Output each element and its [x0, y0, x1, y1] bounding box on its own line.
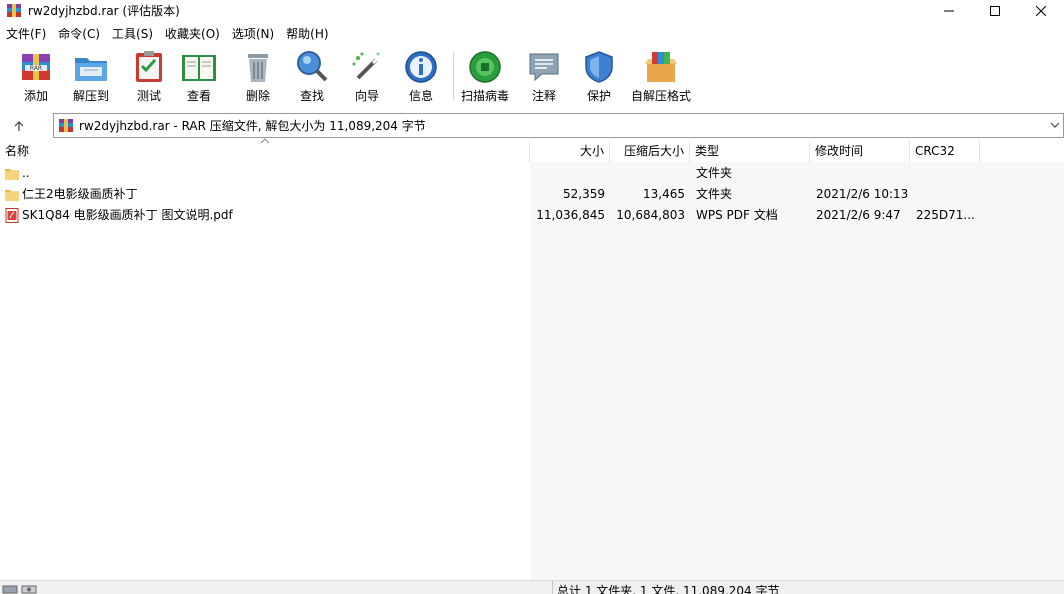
- virus-scan-button[interactable]: 扫描病毒: [461, 48, 509, 106]
- test-icon: [136, 51, 162, 82]
- table-row[interactable]: 仁王2电影级画质补丁 52,359 13,465 文件夹 2021/2/6 10…: [0, 184, 1064, 205]
- table-row[interactable]: .. 文件夹: [0, 163, 1064, 184]
- menu-help[interactable]: 帮助(H): [280, 24, 334, 44]
- test-button[interactable]: 测试: [130, 48, 168, 106]
- minimize-icon: [944, 10, 954, 12]
- row-modified: 2021/2/6 9:47: [816, 208, 901, 222]
- view-label: 查看: [186, 89, 211, 103]
- menu-commands[interactable]: 命令(C): [52, 24, 106, 44]
- extract-to-label: 解压到: [72, 89, 109, 103]
- col-modified[interactable]: 修改时间: [810, 140, 910, 162]
- menu-tools[interactable]: 工具(S): [106, 24, 159, 44]
- col-type[interactable]: 类型: [690, 140, 810, 162]
- row-crc: 225D71...: [916, 208, 975, 222]
- extract-to-button[interactable]: 解压到: [72, 48, 110, 106]
- extract-to-icon: [75, 58, 107, 81]
- row-type: WPS PDF 文档: [696, 208, 778, 222]
- address-bar[interactable]: rw2dyjhzbd.rar - RAR 压缩文件, 解包大小为 11,089,…: [53, 113, 1064, 138]
- file-list: 名称 大小 压缩后大小 类型 修改时间 CRC32 .. 文件夹 仁王2电影级画…: [0, 138, 1064, 580]
- protect-button[interactable]: 保护: [580, 48, 618, 106]
- close-button[interactable]: [1018, 0, 1064, 22]
- drive-icon: [2, 585, 37, 594]
- row-name: SK1Q84 电影级画质补丁 图文说明.pdf: [22, 208, 233, 222]
- find-icon: [297, 51, 328, 82]
- info-label: 信息: [408, 89, 433, 103]
- virus-scan-label: 扫描病毒: [461, 89, 510, 103]
- close-icon: [1036, 6, 1046, 16]
- row-size: 11,036,845: [536, 208, 605, 222]
- protect-icon: [585, 51, 613, 83]
- folder-icon: [5, 190, 19, 201]
- row-packed: [610, 163, 685, 184]
- virus-scan-icon: [469, 51, 501, 83]
- sort-ascending-icon: [260, 138, 270, 144]
- address-row: rw2dyjhzbd.rar - RAR 压缩文件, 解包大小为 11,089,…: [0, 113, 1064, 138]
- col-crc[interactable]: CRC32: [910, 140, 980, 162]
- add-button[interactable]: RAR 添加: [17, 48, 55, 106]
- row-size: 52,359: [563, 187, 605, 201]
- view-icon: [182, 55, 216, 81]
- maximize-button[interactable]: [972, 0, 1018, 22]
- delete-icon: [248, 54, 268, 82]
- status-text: 总计 1 文件夹, 1 文件, 11,089,204 字节: [557, 584, 780, 594]
- protect-label: 保护: [586, 89, 611, 103]
- sfx-icon: [645, 52, 677, 82]
- menu-favorites[interactable]: 收藏夹(O): [159, 24, 226, 44]
- menu-options[interactable]: 选项(N): [226, 24, 280, 44]
- row-packed: 13,465: [643, 187, 685, 201]
- info-button[interactable]: 信息: [402, 48, 440, 106]
- info-icon: [405, 51, 437, 83]
- row-name: ..: [22, 166, 30, 180]
- folder-icon: [5, 169, 19, 180]
- column-header: 名称 大小 压缩后大小 类型 修改时间 CRC32: [0, 138, 1064, 162]
- row-type: 文件夹: [696, 166, 733, 180]
- pdf-file-icon: [5, 208, 19, 223]
- table-row[interactable]: SK1Q84 电影级画质补丁 图文说明.pdf 11,036,845 10,68…: [0, 205, 1064, 226]
- col-size[interactable]: 大小: [530, 140, 610, 162]
- wizard-label: 向导: [354, 89, 379, 103]
- maximize-icon: [990, 6, 1000, 16]
- winrar-icon: [59, 119, 73, 132]
- status-divider: [552, 581, 553, 594]
- comment-button[interactable]: 注释: [525, 48, 563, 106]
- add-label: 添加: [23, 89, 48, 103]
- view-button[interactable]: 查看: [180, 48, 218, 106]
- menu-bar: 文件(F) 命令(C) 工具(S) 收藏夹(O) 选项(N) 帮助(H): [0, 24, 1064, 44]
- row-modified: 2021/2/6 10:13: [816, 187, 908, 201]
- menu-file[interactable]: 文件(F): [0, 24, 52, 44]
- row-size: [530, 163, 605, 184]
- svg-text:RAR: RAR: [30, 65, 42, 72]
- row-crc: [916, 184, 980, 205]
- comment-label: 注释: [531, 89, 556, 103]
- row-modified: [816, 163, 908, 184]
- winrar-icon: [7, 4, 21, 17]
- toolbar: RAR 添加 解压到 测试 查看 删除 查找 向导 信息 扫描病毒 注释 保护 …: [0, 44, 1064, 108]
- arrow-up-icon: [14, 121, 24, 131]
- address-text: rw2dyjhzbd.rar - RAR 压缩文件, 解包大小为 11,089,…: [79, 119, 426, 133]
- delete-button[interactable]: 删除: [239, 48, 277, 106]
- row-packed: 10,684,803: [616, 208, 685, 222]
- status-bar: 总计 1 文件夹, 1 文件, 11,089,204 字节: [0, 580, 1064, 594]
- col-packed[interactable]: 压缩后大小: [610, 140, 690, 162]
- minimize-button[interactable]: [926, 0, 972, 22]
- row-crc: [916, 163, 980, 184]
- delete-label: 删除: [245, 89, 270, 103]
- find-label: 查找: [299, 89, 324, 103]
- sfx-button[interactable]: 自解压格式: [631, 48, 691, 106]
- test-label: 测试: [136, 89, 161, 103]
- row-type: 文件夹: [696, 187, 733, 201]
- find-button[interactable]: 查找: [293, 48, 331, 106]
- sfx-label: 自解压格式: [631, 89, 692, 103]
- row-name: 仁王2电影级画质补丁: [22, 187, 138, 201]
- add-archive-icon: RAR: [22, 54, 50, 80]
- window-title: rw2dyjhzbd.rar (评估版本): [28, 4, 180, 18]
- wizard-icon: [352, 52, 380, 80]
- up-folder-button[interactable]: [8, 116, 30, 136]
- toolbar-divider: [453, 52, 454, 100]
- chevron-down-icon[interactable]: [1050, 120, 1060, 130]
- wizard-button[interactable]: 向导: [348, 48, 386, 106]
- comment-icon: [529, 53, 559, 82]
- title-bar: rw2dyjhzbd.rar (评估版本): [0, 0, 1064, 22]
